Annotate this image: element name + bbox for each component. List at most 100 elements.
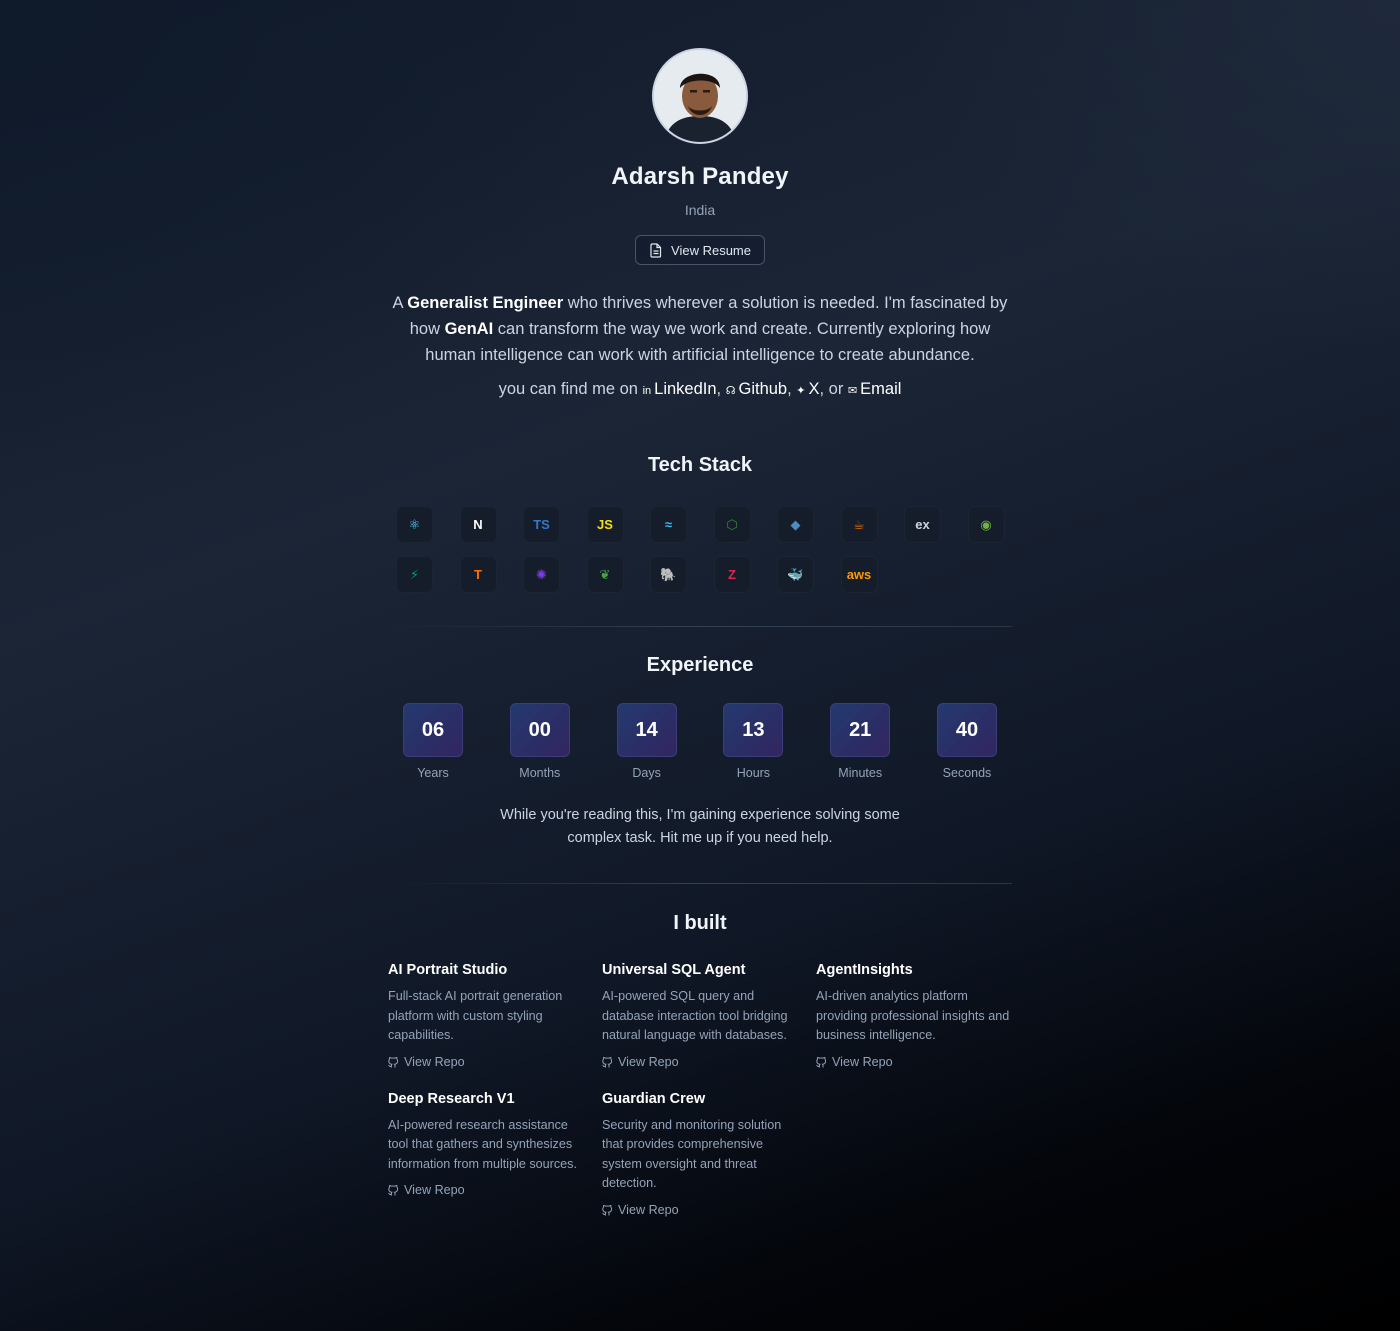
view-resume-label: View Resume <box>671 242 751 258</box>
project-title: AI Portrait Studio <box>388 962 508 978</box>
postgresql-icon: 🐘 <box>650 556 687 593</box>
timer-label: Minutes <box>838 766 883 780</box>
divider <box>388 626 1012 627</box>
separator: , <box>716 380 726 398</box>
github-icon <box>816 1056 827 1067</box>
profile-location: India <box>684 202 716 218</box>
github-icon: ☊ <box>725 385 736 397</box>
github-link[interactable]: ☊ Github <box>726 380 787 398</box>
social-intro: you can find me on <box>498 380 643 398</box>
project-title: Universal SQL Agent <box>602 962 746 978</box>
project-description: Security and monitoring solution that pr… <box>602 1117 782 1191</box>
timer-label: Years <box>417 766 449 780</box>
project-card: Universal SQL Agent AI-powered SQL query … <box>602 962 798 1069</box>
separator: , or <box>819 380 848 398</box>
timer-value: 00 <box>509 703 570 757</box>
bio-paragraph: A Generalist Engineer who thrives wherev… <box>388 290 1012 368</box>
project-card: AI Portrait Studio Full-stack AI portrait… <box>388 962 584 1069</box>
project-card: AgentInsights AI-driven analytics platfor… <box>816 962 1012 1069</box>
timer-minutes: 21 Minutes <box>830 703 891 780</box>
mail-icon: ✉ <box>847 385 858 397</box>
javascript-icon: JS <box>586 506 624 543</box>
projects-grid: AI Portrait Studio Full-stack AI portrait… <box>388 962 1012 1239</box>
express-icon: ex <box>904 506 941 543</box>
view-repo-link[interactable]: View Repo <box>602 1203 798 1217</box>
project-card: Guardian Crew Security and monitoring sol… <box>602 1091 798 1217</box>
view-repo-link[interactable]: View Repo <box>388 1055 584 1069</box>
fastapi-icon: ⚡ <box>396 556 433 593</box>
divider <box>388 883 1012 884</box>
view-repo-label: View Repo <box>832 1054 893 1069</box>
timer-label: Seconds <box>942 766 992 780</box>
github-icon <box>388 1056 399 1067</box>
view-repo-label: View Repo <box>404 1183 465 1197</box>
project-title: AgentInsights <box>816 962 913 978</box>
github-icon <box>388 1184 399 1196</box>
experience-heading: Experience <box>646 654 754 676</box>
project-description: AI-driven analytics platform providing p… <box>816 989 1010 1042</box>
timer-days: 14 Days <box>616 703 677 780</box>
github-icon <box>602 1056 613 1067</box>
bio-highlight: Generalist Engineer <box>407 294 564 312</box>
linkedin-icon: in <box>642 385 652 397</box>
avatar <box>652 48 748 144</box>
profile-name: Adarsh Pandey <box>611 163 789 190</box>
react-icon: ⚛ <box>396 506 433 543</box>
tensorflow-icon: T <box>459 556 497 593</box>
nodejs-icon: ⬡ <box>713 506 751 543</box>
timer-value: 13 <box>723 703 784 757</box>
email-label: Email <box>860 380 902 398</box>
timer-value: 14 <box>616 703 677 757</box>
social-links: you can find me on in LinkedIn, ☊ Github , … <box>388 380 1012 399</box>
profile-page: Adarsh Pandey India View Resume A Genera… <box>388 48 1012 1239</box>
timer-value: 40 <box>936 703 997 757</box>
timer-seconds: 40 Seconds <box>936 703 997 780</box>
view-resume-button[interactable]: View Resume <box>635 235 765 265</box>
timer-label: Months <box>519 766 561 780</box>
nextjs-icon: N <box>459 506 497 543</box>
document-icon <box>650 242 662 258</box>
email-link[interactable]: ✉ Email <box>848 380 901 398</box>
timer-label: Hours <box>736 766 771 780</box>
nestjs-icon: Z <box>713 556 751 593</box>
project-title: Deep Research V1 <box>388 1090 515 1107</box>
x-link[interactable]: ✦ X <box>796 380 819 398</box>
project-card: Deep Research V1 AI-powered research assi… <box>388 1091 584 1217</box>
docker-icon: 🐳 <box>777 556 814 593</box>
tailwind-icon: ≈ <box>650 506 687 543</box>
project-title: Guardian Crew <box>602 1090 706 1107</box>
experience-note: While you're reading this, I'm gaining e… <box>388 804 1012 850</box>
openai-icon: ✺ <box>523 556 560 593</box>
bio-highlight: GenAI <box>444 320 494 338</box>
java-icon: ☕ <box>840 506 878 543</box>
twitter-icon: ✦ <box>796 385 806 397</box>
linkedin-label: LinkedIn <box>654 380 717 398</box>
x-label: X <box>808 380 820 398</box>
aws-icon: aws <box>840 556 878 593</box>
tech-stack-grid: ⚛ N TS JS ≈ ⬡ ◆ ☕ ex ◉ ⚡ T ✺ ❦ 🐘 Z 🐳 aws <box>388 506 1012 593</box>
view-repo-label: View Repo <box>618 1054 679 1069</box>
timer-hours: 13 Hours <box>723 703 784 780</box>
typescript-icon: TS <box>523 506 560 543</box>
view-repo-link[interactable]: View Repo <box>602 1055 798 1069</box>
view-repo-label: View Repo <box>618 1202 679 1217</box>
linkedin-link[interactable]: in LinkedIn <box>643 380 717 398</box>
timer-years: 06 Years <box>403 703 463 780</box>
spring-icon: ◉ <box>967 506 1005 543</box>
bio-text: can transform the way we work and create… <box>425 320 991 364</box>
timer-value: 21 <box>830 703 891 757</box>
projects-heading: I built <box>673 912 727 934</box>
timer-value: 06 <box>403 703 463 757</box>
project-description: Full-stack AI portrait generation platfo… <box>388 989 563 1042</box>
timer-months: 00 Months <box>509 703 570 780</box>
experience-note-line: While you're reading this, I'm gaining e… <box>500 807 900 823</box>
bio-text: A <box>392 294 408 312</box>
project-description: AI-powered SQL query and database intera… <box>602 989 788 1042</box>
avatar-image <box>654 50 746 142</box>
github-label: Github <box>738 380 788 398</box>
separator: , <box>787 380 797 398</box>
view-repo-link[interactable]: View Repo <box>816 1055 1012 1069</box>
timer-label: Days <box>632 766 661 780</box>
view-repo-label: View Repo <box>404 1054 465 1069</box>
view-repo-link[interactable]: View Repo <box>388 1183 584 1197</box>
